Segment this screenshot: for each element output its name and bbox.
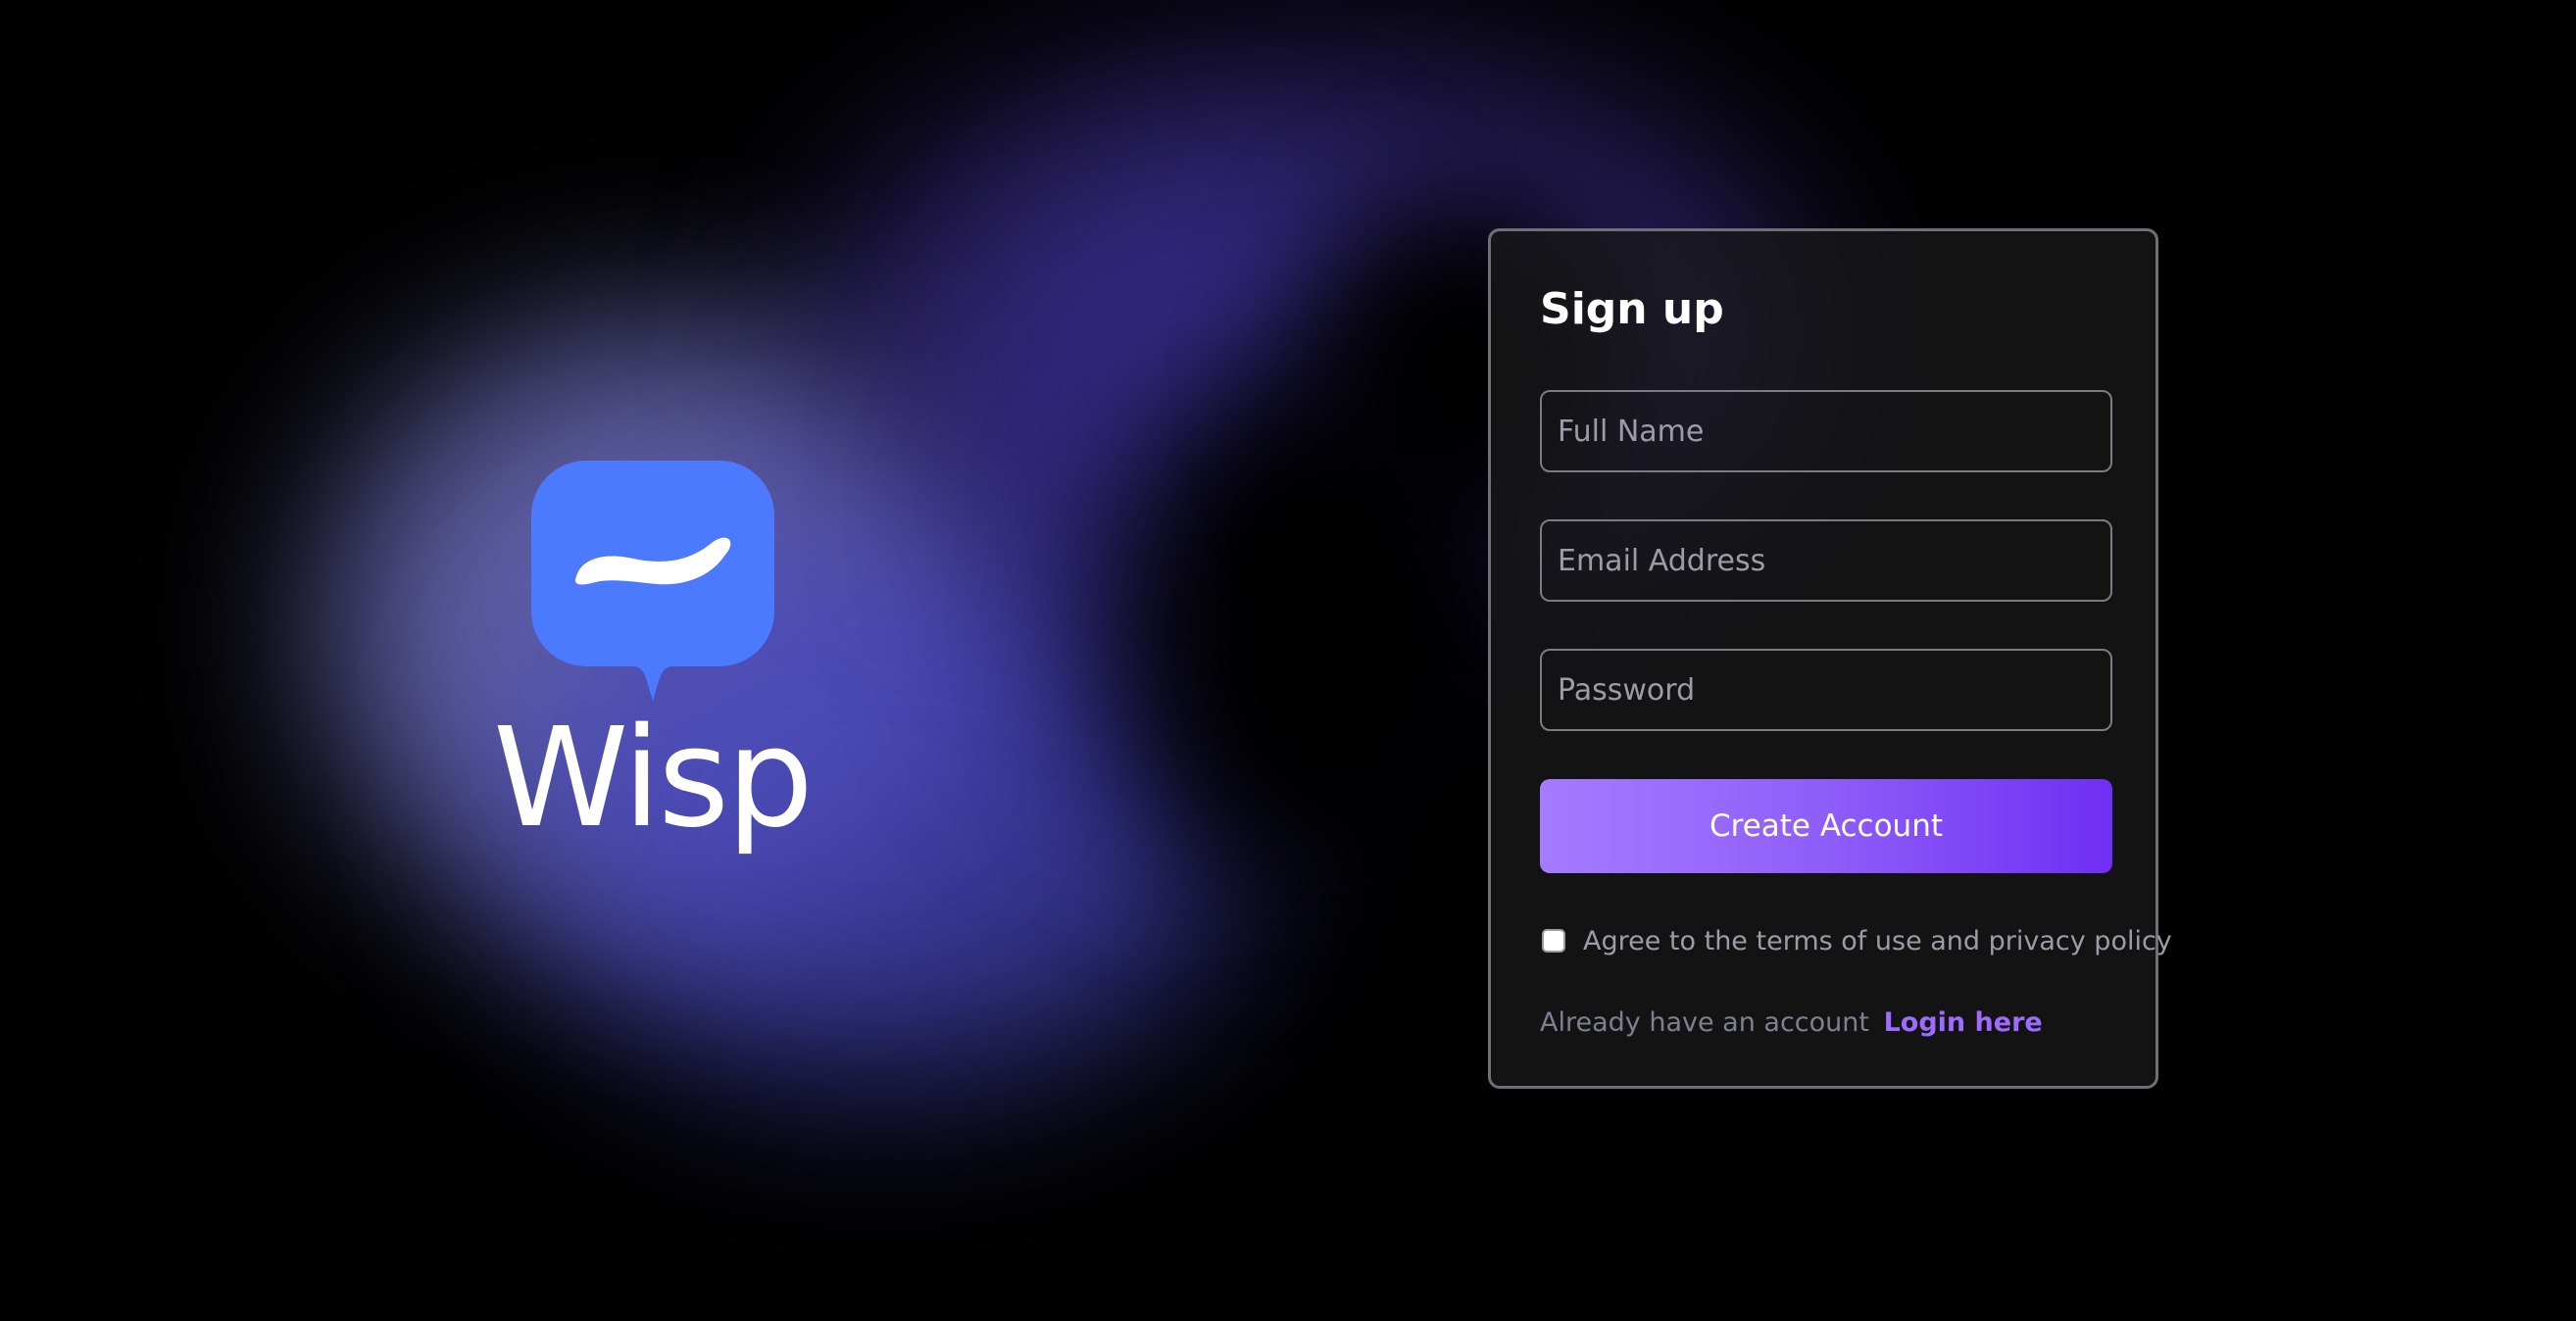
- terms-agreement[interactable]: Agree to the terms of use and privacy po…: [1540, 921, 2172, 960]
- terms-label: Agree to the terms of use and privacy po…: [1583, 925, 2172, 956]
- form-title: Sign up: [1540, 284, 1724, 334]
- login-link[interactable]: Login here: [1884, 1007, 2043, 1038]
- full-name-input[interactable]: [1540, 390, 2112, 472]
- create-account-button[interactable]: Create Account: [1540, 779, 2112, 873]
- terms-checkbox[interactable]: [1542, 929, 1565, 953]
- login-prompt: Already have an account: [1540, 1007, 1869, 1038]
- email-input[interactable]: [1540, 519, 2112, 602]
- password-input[interactable]: [1540, 649, 2112, 731]
- chat-bubble-wave-icon: [531, 461, 774, 701]
- brand-name: Wisp: [492, 699, 814, 858]
- signup-form: Sign up Create Account Agree to the term…: [1488, 228, 2172, 1089]
- signup-page: Wisp Sign up Create Account Agree to the…: [0, 0, 2576, 1321]
- login-prompt-line: Already have an account Login here: [1540, 1007, 2043, 1038]
